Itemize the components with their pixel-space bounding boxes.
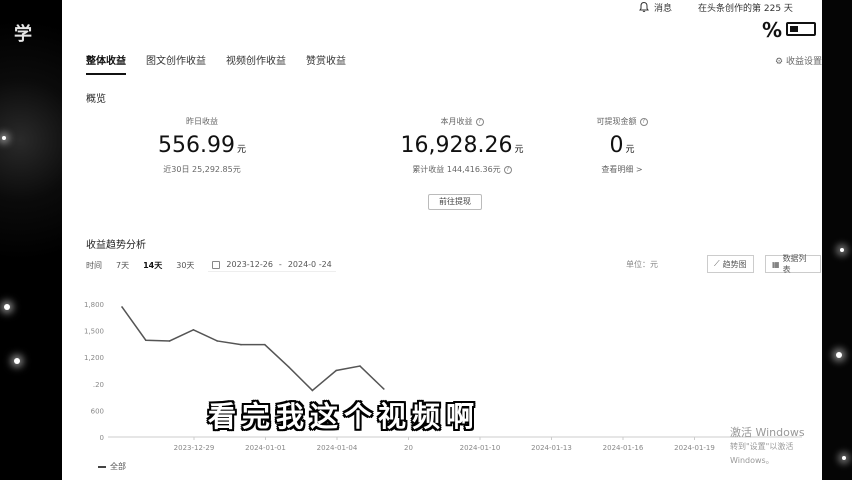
trend-filters: 时间 7天 14天 30天 2023-12-26 - 2024-0 -24 xyxy=(86,258,336,272)
stat-withdrawable-unit: 元 xyxy=(625,145,635,155)
watermark-title: 激活 Windows xyxy=(730,426,805,439)
data-point xyxy=(216,340,218,342)
video-background-left xyxy=(0,0,62,480)
y-tick-label: 1,500 xyxy=(84,328,104,336)
settings-link[interactable]: ⚙ 收益设置 xyxy=(775,54,822,67)
data-point xyxy=(359,365,361,367)
light-sparkle xyxy=(14,358,20,364)
x-tick-label: 2024-01-13 xyxy=(531,444,572,452)
data-point xyxy=(168,340,171,342)
tab-video[interactable]: 视频创作收益 xyxy=(226,52,286,75)
tab-overall[interactable]: 整体收益 xyxy=(86,52,126,75)
bell-icon[interactable] xyxy=(638,1,650,13)
windows-activation-watermark: 激活 Windows 转到"设置"以激活 Windows。 xyxy=(730,426,822,468)
stat-month: 本月收益? 16,928.26 元 累计收益 144,416.36元? xyxy=(392,116,532,175)
battery-percent: % xyxy=(762,18,783,42)
calendar-icon xyxy=(212,260,221,269)
x-tick-label: 2024-01-01 xyxy=(245,444,286,452)
light-sparkle xyxy=(836,352,842,358)
table-view-label: 数据列表 xyxy=(782,254,807,274)
date-end: 2024-0 -24 xyxy=(287,260,332,269)
data-point xyxy=(121,306,123,308)
stat-month-unit: 元 xyxy=(514,145,524,155)
trend-view-button[interactable]: ⟋ 趋势图 xyxy=(707,255,754,273)
stat-month-sub: 累计收益 144,416.36元 xyxy=(412,165,501,174)
withdraw-button[interactable]: 前往提现 xyxy=(428,194,482,210)
tab-article[interactable]: 图文创作收益 xyxy=(146,52,206,75)
brand-overlay: 学 xyxy=(14,24,34,45)
y-tick-label: 0 xyxy=(100,434,104,442)
trend-view-label: 趋势图 xyxy=(722,259,747,269)
data-point xyxy=(335,369,338,372)
stat-yesterday-value: 556.99 xyxy=(158,133,235,158)
line-chart-icon: ⟋ xyxy=(714,259,720,268)
legend-label: 全部 xyxy=(110,462,126,471)
stat-yesterday-unit: 元 xyxy=(236,145,246,155)
light-sparkle xyxy=(4,304,10,310)
video-subtitle: 看完我这个视频啊 xyxy=(208,400,481,433)
battery-icon xyxy=(786,22,816,36)
series-line xyxy=(121,306,385,392)
video-background-right xyxy=(822,0,852,480)
y-tick-label: 600 xyxy=(91,407,104,415)
light-sparkle xyxy=(842,456,846,460)
revenue-tabs: 整体收益 图文创作收益 视频创作收益 赞赏收益 xyxy=(86,52,346,75)
watermark-subtitle: 转到"设置"以激活 Windows。 xyxy=(730,442,794,465)
data-point xyxy=(311,389,314,392)
stat-month-label: 本月收益 xyxy=(440,117,473,126)
stat-yesterday: 昨日收益 556.99 元 近30日 25,292.85元 xyxy=(142,116,262,175)
stat-withdrawable: 可提现金额? 0元 查看明细 > xyxy=(572,116,672,175)
date-separator: - xyxy=(278,260,282,269)
stat-withdrawable-label: 可提现金额 xyxy=(596,117,637,126)
stat-withdrawable-value: 0 xyxy=(609,133,624,158)
x-tick-label: 20 xyxy=(404,444,413,452)
range-7-days[interactable]: 7天 xyxy=(116,260,129,271)
top-bar: 消息 在头条创作的第 225 天 xyxy=(62,0,822,18)
y-tick-label: 1,800 xyxy=(84,301,104,309)
y-tick-label: 1,200 xyxy=(84,354,104,362)
help-icon[interactable]: ? xyxy=(475,117,484,126)
x-tick-label: 2023-12-29 xyxy=(174,444,215,452)
legend-swatch xyxy=(98,465,106,468)
overview-title: 概览 xyxy=(86,94,106,105)
messages-link[interactable]: 消息 xyxy=(654,1,672,14)
stat-yesterday-label: 昨日收益 xyxy=(186,117,218,126)
light-sparkle xyxy=(840,248,844,252)
help-icon[interactable]: ? xyxy=(639,117,648,126)
settings-link-label: 收益设置 xyxy=(785,57,822,67)
data-point xyxy=(264,343,266,346)
creator-days: 在头条创作的第 225 天 xyxy=(698,4,793,14)
x-tick-label: 2024-01-19 xyxy=(674,444,715,452)
view-details-link[interactable]: 查看明细 > xyxy=(601,164,642,175)
y-tick-label: .20 xyxy=(93,381,104,389)
help-icon[interactable]: ? xyxy=(503,165,512,174)
trend-title: 收益趋势分析 xyxy=(86,240,146,251)
unit-label: 单位：元 xyxy=(626,260,658,269)
x-tick-label: 2024-01-10 xyxy=(460,444,501,452)
light-sparkle xyxy=(2,136,6,140)
table-view-button[interactable]: ▦ 数据列表 xyxy=(765,254,821,274)
data-point xyxy=(240,343,242,346)
date-range-picker[interactable]: 2023-12-26 - 2024-0 -24 xyxy=(208,258,336,272)
date-start: 2023-12-26 xyxy=(226,260,273,269)
chart-legend[interactable]: 全部 xyxy=(98,461,126,472)
time-label: 时间 xyxy=(86,260,102,270)
data-point xyxy=(192,329,195,331)
tab-tips[interactable]: 赞赏收益 xyxy=(306,52,346,75)
table-icon: ▦ xyxy=(772,259,780,269)
data-point xyxy=(287,366,290,368)
data-point xyxy=(145,339,147,342)
x-tick-label: 2024-01-04 xyxy=(317,444,358,452)
stat-month-value: 16,928.26 xyxy=(400,133,513,158)
stat-yesterday-sub: 近30日 25,292.85元 xyxy=(163,165,241,174)
x-tick-label: 2024-01-16 xyxy=(603,444,644,452)
range-30-days[interactable]: 30天 xyxy=(176,260,194,271)
range-14-days[interactable]: 14天 xyxy=(143,260,162,271)
battery-indicator: % xyxy=(762,18,818,42)
data-point xyxy=(383,388,385,390)
